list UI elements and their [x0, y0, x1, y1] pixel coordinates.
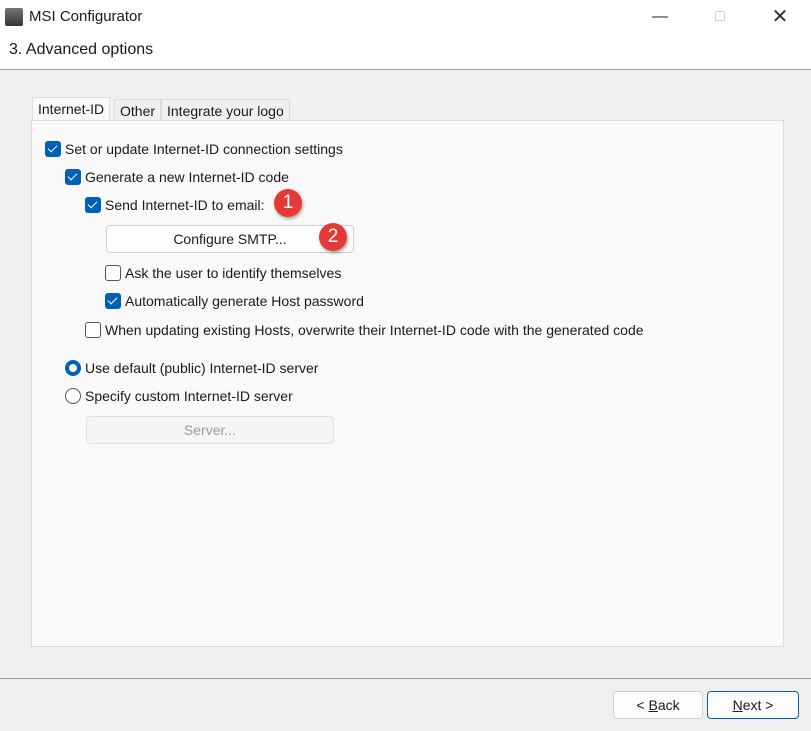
send-email-label: Send Internet-ID to email:	[105, 197, 265, 213]
ask-user-checkbox[interactable]	[105, 265, 121, 281]
window-title: MSI Configurator	[29, 8, 143, 25]
overwrite-checkbox[interactable]	[85, 322, 101, 338]
maximize-button[interactable]: □	[697, 0, 743, 33]
send-email-checkbox[interactable]	[85, 197, 101, 213]
default-server-radio[interactable]	[65, 360, 81, 376]
minimize-button[interactable]: —	[637, 0, 683, 33]
server-button: Server...	[86, 416, 334, 444]
tab-integrate-logo[interactable]: Integrate your logo	[161, 99, 290, 121]
generate-new-label: Generate a new Internet-ID code	[85, 169, 289, 185]
wizard-header: 3. Advanced options	[0, 33, 811, 70]
tab-internet-id[interactable]: Internet-ID	[32, 97, 111, 121]
overwrite-label: When updating existing Hosts, overwrite …	[105, 322, 644, 338]
default-server-label: Use default (public) Internet-ID server	[85, 360, 319, 376]
back-button[interactable]: < Back	[613, 691, 703, 719]
auto-password-checkbox[interactable]	[105, 293, 121, 309]
installer-icon	[5, 8, 23, 26]
custom-server-label: Specify custom Internet-ID server	[85, 388, 293, 404]
page-title: 3. Advanced options	[9, 41, 154, 58]
tab-other[interactable]: Other	[114, 99, 162, 121]
footer-divider	[0, 678, 811, 679]
set-update-checkbox[interactable]	[45, 141, 61, 157]
ask-user-label: Ask the user to identify themselves	[125, 265, 342, 281]
generate-new-checkbox[interactable]	[65, 169, 81, 185]
auto-password-label: Automatically generate Host password	[125, 293, 364, 309]
annotation-badge-2: 2	[319, 223, 347, 251]
next-button[interactable]: Next >	[707, 691, 799, 719]
custom-server-radio[interactable]	[65, 388, 81, 404]
close-button[interactable]: ✕	[757, 0, 803, 33]
configure-smtp-button[interactable]: Configure SMTP...	[106, 225, 354, 253]
set-update-label: Set or update Internet-ID connection set…	[65, 141, 343, 157]
title-bar: MSI Configurator — □ ✕	[0, 0, 811, 33]
annotation-badge-1: 1	[274, 189, 302, 217]
